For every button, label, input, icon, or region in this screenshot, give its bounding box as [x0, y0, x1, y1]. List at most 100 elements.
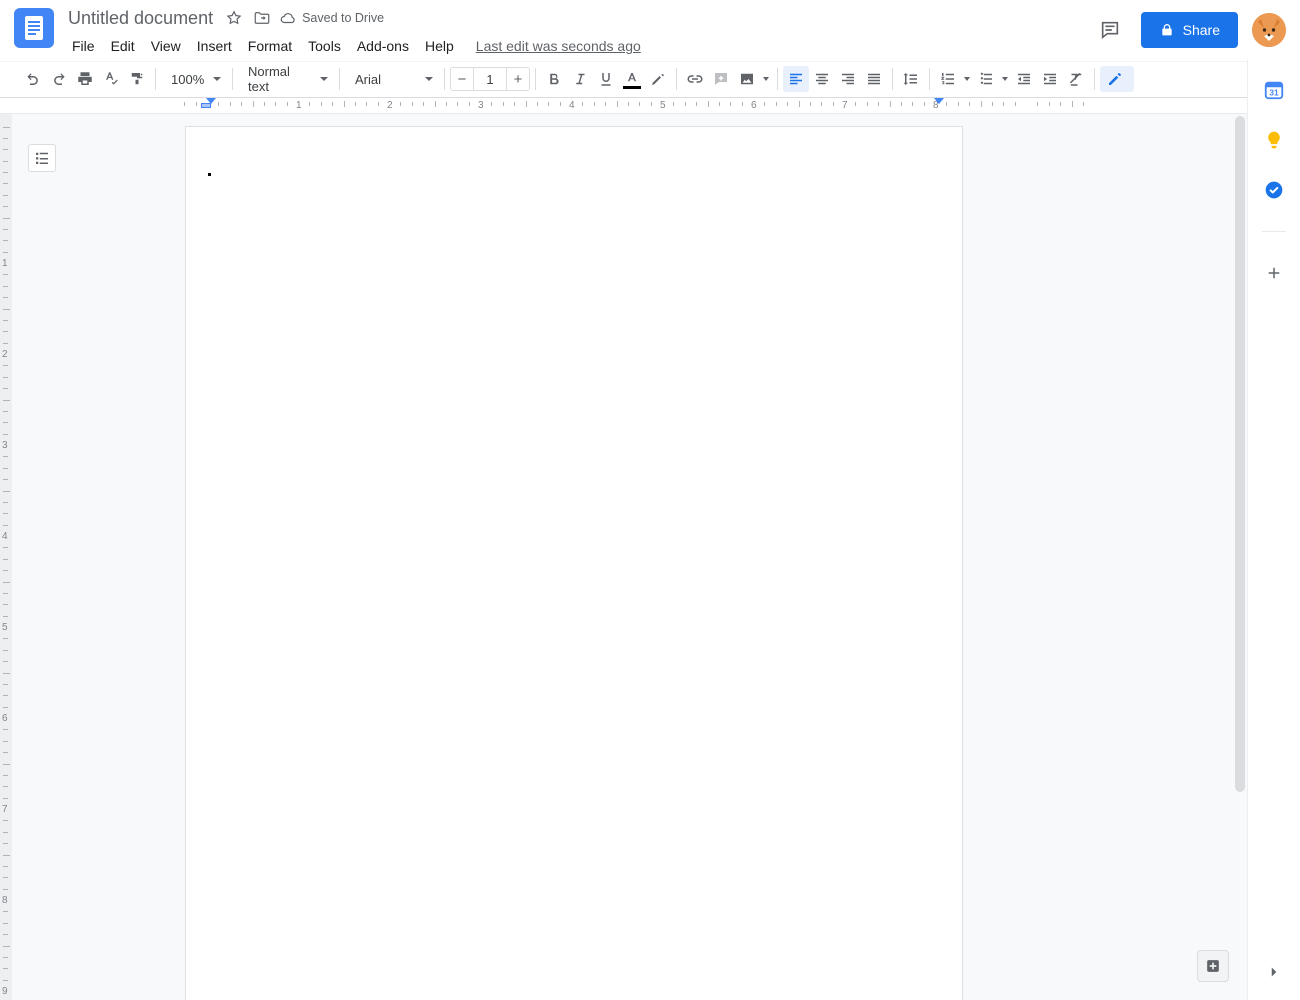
sidepanel-add[interactable] [1263, 262, 1285, 284]
right-indent-marker[interactable] [934, 98, 944, 104]
sidepanel-keep[interactable] [1263, 129, 1285, 151]
underline-icon [597, 70, 615, 88]
document-outline-button[interactable] [28, 144, 56, 172]
menu-insert[interactable]: Insert [189, 35, 240, 57]
title-row: Untitled document Saved to Drive [64, 6, 1093, 30]
keep-icon [1264, 130, 1284, 150]
spellcheck-button[interactable] [98, 66, 124, 92]
scroll-thumb[interactable] [1235, 116, 1245, 792]
side-panel: 31 [1247, 59, 1300, 1000]
share-button[interactable]: Share [1141, 12, 1238, 48]
underline-button[interactable] [593, 66, 619, 92]
spellcheck-icon [102, 70, 120, 88]
print-icon [76, 70, 94, 88]
redo-button[interactable] [46, 66, 72, 92]
sidepanel-collapse[interactable] [1260, 958, 1288, 986]
bulleted-list-button[interactable] [973, 66, 999, 92]
title-column: Untitled document Saved to Drive File Ed… [64, 6, 1093, 60]
document-page[interactable] [185, 126, 963, 1000]
app-header: Untitled document Saved to Drive File Ed… [0, 0, 1300, 60]
highlight-button[interactable] [645, 66, 671, 92]
undo-icon [24, 70, 42, 88]
bold-icon [545, 70, 563, 88]
insert-image-caret[interactable] [760, 66, 772, 92]
horizontal-ruler[interactable]: 12345678 [0, 98, 1300, 114]
paint-format-button[interactable] [124, 66, 150, 92]
menu-help[interactable]: Help [417, 35, 462, 57]
docs-logo[interactable] [14, 8, 54, 48]
menu-tools[interactable]: Tools [300, 35, 349, 57]
insert-comment-button[interactable] [708, 66, 734, 92]
font-value: Arial [355, 72, 381, 87]
font-dropdown[interactable]: Arial [345, 66, 439, 92]
menu-view[interactable]: View [143, 35, 189, 57]
menu-format[interactable]: Format [240, 35, 300, 57]
add-comment-icon [712, 70, 730, 88]
text-color-button[interactable] [619, 66, 645, 92]
font-size-input[interactable] [473, 67, 507, 91]
paint-roller-icon [128, 70, 146, 88]
text-cursor-dot [208, 173, 211, 176]
page-content[interactable] [208, 173, 890, 176]
indent-decrease-icon [1015, 70, 1033, 88]
vertical-ruler[interactable]: 123456789 [0, 114, 12, 1000]
toolbar-separator [232, 68, 233, 90]
align-left-button[interactable] [783, 66, 809, 92]
bold-button[interactable] [541, 66, 567, 92]
toolbar-separator [1094, 68, 1095, 90]
star-button[interactable] [223, 7, 245, 29]
toolbar-separator [155, 68, 156, 90]
line-spacing-button[interactable] [898, 66, 924, 92]
align-right-button[interactable] [835, 66, 861, 92]
paragraph-style-dropdown[interactable]: Normal text [238, 66, 334, 92]
menu-bar: File Edit View Insert Format Tools Add-o… [64, 32, 1093, 60]
numbered-list-button[interactable] [935, 66, 961, 92]
menu-edit[interactable]: Edit [103, 35, 143, 57]
menu-addons[interactable]: Add-ons [349, 35, 417, 57]
indent-decrease-button[interactable] [1011, 66, 1037, 92]
menu-file[interactable]: File [64, 35, 103, 57]
zoom-value: 100% [171, 72, 204, 87]
clear-format-icon [1067, 70, 1085, 88]
clear-formatting-button[interactable] [1063, 66, 1089, 92]
align-center-button[interactable] [809, 66, 835, 92]
sidepanel-calendar[interactable]: 31 [1263, 79, 1285, 101]
align-justify-icon [865, 70, 883, 88]
redo-icon [50, 70, 68, 88]
font-size-increase[interactable]: + [507, 67, 529, 91]
bulleted-list-caret[interactable] [999, 66, 1011, 92]
align-justify-button[interactable] [861, 66, 887, 92]
left-indent-marker[interactable] [206, 98, 216, 108]
sidepanel-tasks[interactable] [1263, 179, 1285, 201]
toolbar-separator [339, 68, 340, 90]
indent-increase-button[interactable] [1037, 66, 1063, 92]
document-title-input[interactable]: Untitled document [64, 7, 217, 30]
font-size-decrease[interactable]: − [451, 67, 473, 91]
move-button[interactable] [251, 7, 273, 29]
italic-button[interactable] [567, 66, 593, 92]
folder-move-icon [253, 9, 271, 27]
insert-image-button[interactable] [734, 66, 760, 92]
italic-icon [571, 70, 589, 88]
save-status[interactable]: Saved to Drive [279, 9, 384, 27]
outline-icon [33, 149, 51, 167]
docs-file-icon [22, 14, 46, 42]
open-comments-button[interactable] [1093, 13, 1127, 47]
header-right: Share [1093, 6, 1292, 48]
line-spacing-icon [902, 70, 920, 88]
vertical-scrollbar[interactable] [1232, 114, 1247, 1000]
numbered-list-caret[interactable] [961, 66, 973, 92]
chevron-down-icon [1002, 77, 1008, 81]
insert-link-button[interactable] [682, 66, 708, 92]
line-spacing-combo [898, 66, 924, 92]
zoom-dropdown[interactable]: 100% [161, 66, 227, 92]
text-color-swatch [623, 86, 641, 89]
print-button[interactable] [72, 66, 98, 92]
indent-rect-icon [201, 103, 211, 108]
chevron-down-icon [213, 77, 221, 81]
last-edit-link[interactable]: Last edit was seconds ago [476, 38, 641, 54]
account-avatar[interactable] [1252, 13, 1286, 47]
editing-mode-button[interactable] [1100, 66, 1134, 92]
explore-button[interactable] [1197, 950, 1229, 982]
undo-button[interactable] [20, 66, 46, 92]
